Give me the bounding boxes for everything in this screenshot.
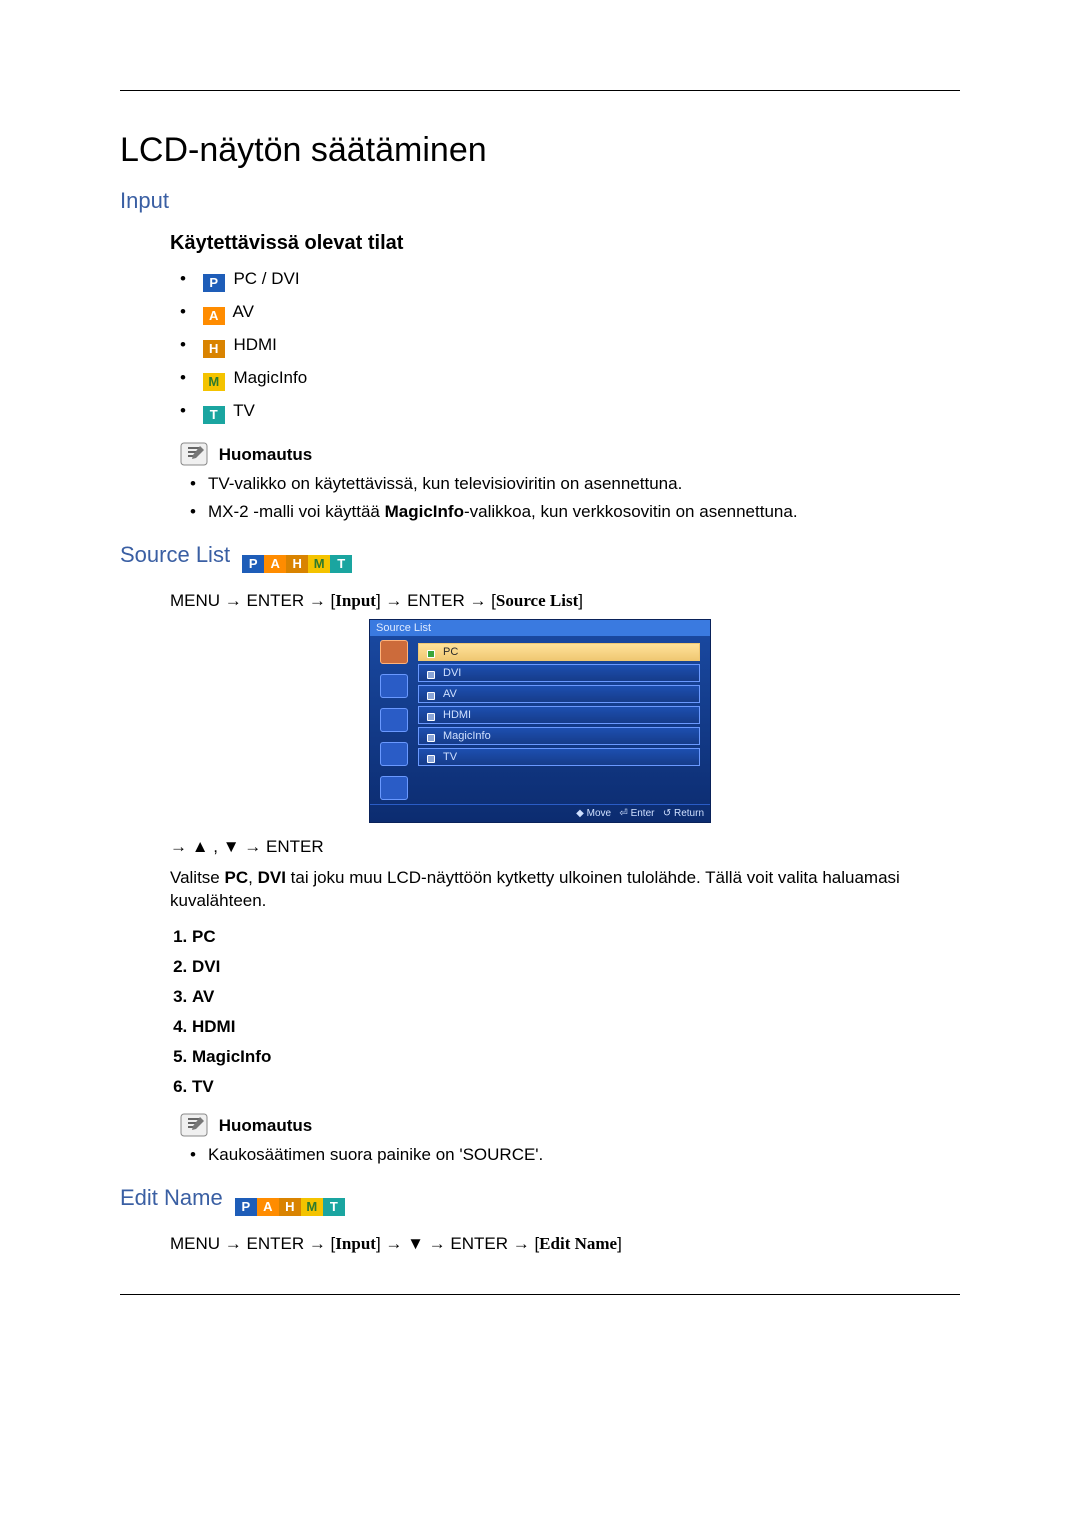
osd-sidebar <box>370 636 418 804</box>
mode-label: MagicInfo <box>233 368 307 387</box>
h-icon: H <box>203 340 225 358</box>
section-heading-source-list: Source List PAHMT <box>120 542 960 573</box>
osd-sidebar-icon <box>380 776 408 800</box>
p-icon: P <box>203 274 225 292</box>
page: LCD-näytön säätäminen Input Käytettäviss… <box>0 0 1080 1527</box>
mode-label: PC / DVI <box>233 269 299 288</box>
mode-item-tv: • T TV <box>180 401 960 424</box>
num-item-dvi: DVI <box>192 957 960 977</box>
numbered-source-list: PC DVI AV HDMI MagicInfo TV <box>170 927 960 1097</box>
note-heading-2: Huomautus <box>180 1113 960 1137</box>
osd-row-hdmi: HDMI <box>418 706 700 724</box>
mode-item-hdmi: • H HDMI <box>180 335 960 358</box>
num-item-pc: PC <box>192 927 960 947</box>
nav-arrows-enter: → ▲ , ▼ → ENTER <box>170 837 960 857</box>
mode-label: AV <box>233 302 254 321</box>
top-rule <box>120 90 960 91</box>
mode-label: TV <box>233 401 255 420</box>
menu-path-source-list: MENU → ENTER → [Input] → ENTER → [Source… <box>170 591 960 611</box>
menu-path-edit-name: MENU → ENTER → [Input] → ▼ → ENTER → [Ed… <box>170 1234 960 1254</box>
mode-item-av: • A AV <box>180 302 960 325</box>
osd-title: Source List <box>370 620 710 636</box>
mode-label: HDMI <box>233 335 276 354</box>
osd-screenshot: Source List PC DVI AV HDMI MagicInfo TV <box>120 619 960 823</box>
num-item-tv: TV <box>192 1077 960 1097</box>
osd-row-av: AV <box>418 685 700 703</box>
note-item: MX-2 -malli voi käyttää MagicInfo-valikk… <box>190 502 960 522</box>
num-item-hdmi: HDMI <box>192 1017 960 1037</box>
osd-row-tv: TV <box>418 748 700 766</box>
note-icon <box>180 1113 208 1137</box>
osd-sidebar-icon <box>380 708 408 732</box>
osd-row-magicinfo: MagicInfo <box>418 727 700 745</box>
pahmt-iconset: PAHMT <box>235 1198 345 1216</box>
notes-list-2: Kaukosäätimen suora painike on 'SOURCE'. <box>190 1145 960 1165</box>
osd-sidebar-icon <box>380 742 408 766</box>
source-list-description: Valitse PC, DVI tai joku muu LCD-näyttöö… <box>170 867 960 913</box>
pahmt-iconset: PAHMT <box>242 555 352 573</box>
bottom-rule <box>120 1294 960 1295</box>
available-modes-list: • P PC / DVI • A AV • H HDMI • M MagicIn… <box>180 269 960 424</box>
osd-row-dvi: DVI <box>418 664 700 682</box>
num-item-av: AV <box>192 987 960 1007</box>
a-icon: A <box>203 307 225 325</box>
osd-row-pc: PC <box>418 643 700 661</box>
section-heading-input: Input <box>120 188 960 214</box>
mode-item-magicinfo: • M MagicInfo <box>180 368 960 391</box>
m-icon: M <box>203 373 225 391</box>
note-heading: Huomautus <box>180 442 960 466</box>
osd-source-list: PC DVI AV HDMI MagicInfo TV <box>418 636 710 804</box>
note-icon <box>180 442 208 466</box>
osd-sidebar-icon <box>380 674 408 698</box>
osd-sidebar-icon <box>380 640 408 664</box>
page-title: LCD-näytön säätäminen <box>120 131 960 170</box>
subheading-modes: Käytettävissä olevat tilat <box>170 232 960 255</box>
note-item: Kaukosäätimen suora painike on 'SOURCE'. <box>190 1145 960 1165</box>
osd-panel: Source List PC DVI AV HDMI MagicInfo TV <box>369 619 711 823</box>
t-icon: T <box>203 406 225 424</box>
osd-footer: ◆ Move ⏎ Enter ↺ Return <box>370 804 710 822</box>
notes-list-1: TV-valikko on käytettävissä, kun televis… <box>190 474 960 522</box>
note-item: TV-valikko on käytettävissä, kun televis… <box>190 474 960 494</box>
num-item-magicinfo: MagicInfo <box>192 1047 960 1067</box>
section-heading-edit-name: Edit Name PAHMT <box>120 1185 960 1216</box>
mode-item-pc-dvi: • P PC / DVI <box>180 269 960 292</box>
